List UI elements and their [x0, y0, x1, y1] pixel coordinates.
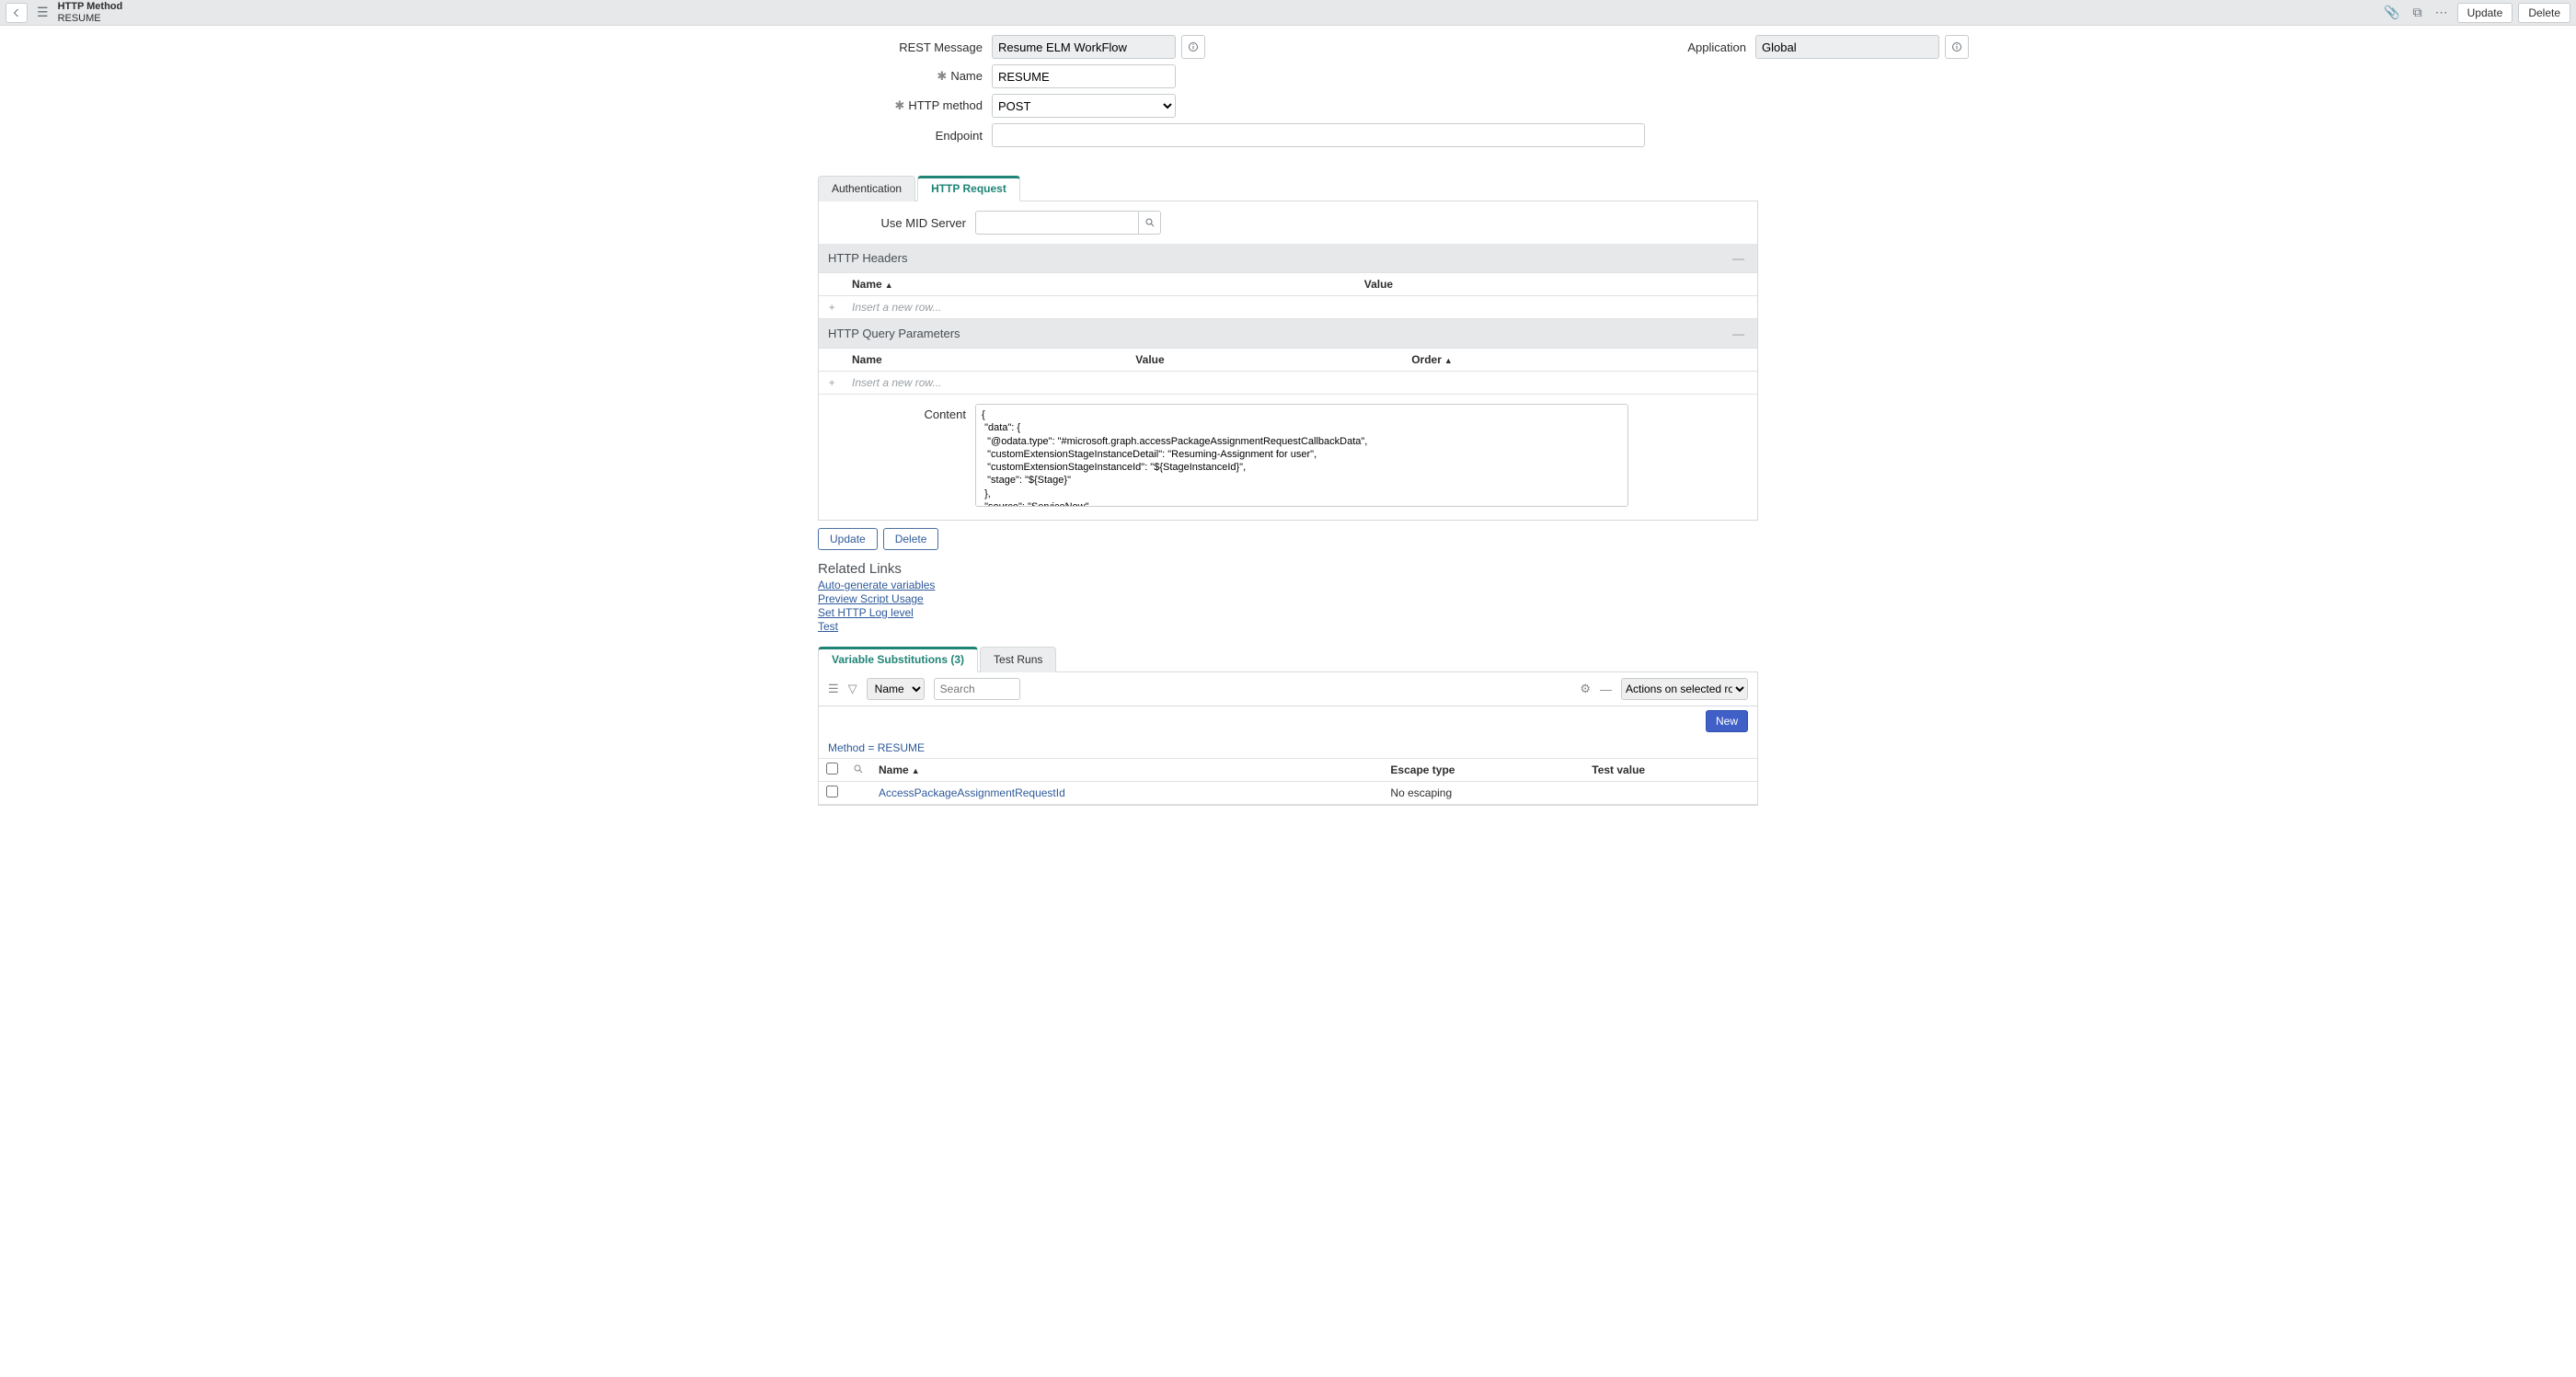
topbar-right: 📎 ⧉ ⋯ Update Delete — [2380, 3, 2570, 23]
new-button[interactable]: New — [1706, 710, 1748, 732]
related-links-header: Related Links — [818, 561, 1758, 577]
sort-asc-icon: ▲ — [1444, 356, 1453, 365]
http-query-title: HTTP Query Parameters — [828, 327, 960, 340]
link-test[interactable]: Test — [818, 620, 1758, 633]
page-title: HTTP Method — [58, 1, 123, 12]
rest-message-label: REST Message — [589, 40, 992, 54]
application-info-button[interactable] — [1945, 35, 1969, 59]
link-preview-script-usage[interactable]: Preview Script Usage — [818, 592, 1758, 605]
endpoint-label: Endpoint — [589, 129, 992, 143]
link-auto-generate-variables[interactable]: Auto-generate variables — [818, 579, 1758, 591]
back-button[interactable] — [6, 3, 28, 23]
http-method-label: ✱HTTP method — [589, 98, 992, 113]
sort-asc-icon: ▲ — [912, 766, 920, 775]
info-icon — [1951, 41, 1962, 52]
add-query-row-button[interactable]: + — [819, 372, 845, 395]
search-icon — [1144, 217, 1156, 228]
tab-test-runs[interactable]: Test Runs — [980, 647, 1056, 672]
var-name-link[interactable]: AccessPackageAssignmentRequestId — [879, 786, 1065, 799]
required-indicator: ✱ — [937, 69, 947, 83]
application-field[interactable] — [1755, 35, 1939, 59]
http-headers-title: HTTP Headers — [828, 251, 907, 265]
add-column — [819, 349, 845, 372]
content-textarea[interactable] — [975, 404, 1628, 507]
link-set-http-log-level[interactable]: Set HTTP Log level — [818, 606, 1758, 619]
list-breadcrumb[interactable]: Method = RESUME — [818, 738, 1758, 758]
variable-substitutions-table: Name▲ Escape type Test value AccessPacka… — [819, 758, 1757, 805]
lower-tabstrip: Variable Substitutions (3) Test Runs — [818, 646, 1758, 672]
query-col-order[interactable]: Order▲ — [1404, 349, 1757, 372]
http-query-section-header: HTTP Query Parameters — — [819, 319, 1757, 348]
chevron-left-icon — [11, 7, 22, 18]
http-headers-table: Name▲ Value + Insert a new row... — [819, 272, 1757, 319]
http-headers-section-header: HTTP Headers — — [819, 244, 1757, 272]
http-request-panel: Use MID Server ⚙ HTTP Headers — Name▲ Va… — [818, 201, 1758, 521]
query-col-value[interactable]: Value — [1128, 349, 1404, 372]
mid-server-lookup-button[interactable] — [1139, 211, 1161, 235]
table-row[interactable]: AccessPackageAssignmentRequestId No esca… — [819, 782, 1757, 805]
search-icon[interactable] — [853, 763, 864, 775]
delete-button-top[interactable]: Delete — [2518, 3, 2570, 23]
var-escape-value: No escaping — [1383, 782, 1584, 805]
http-method-select[interactable]: POST — [992, 94, 1176, 118]
minus-icon[interactable]: — — [1600, 683, 1612, 696]
required-indicator: ✱ — [894, 98, 904, 112]
http-query-table: Name Value Order▲ + Insert a new row... — [819, 348, 1757, 395]
list-menu-icon[interactable]: ☰ — [828, 682, 839, 696]
application-label: Application — [1645, 40, 1755, 54]
content-label: Content — [819, 404, 975, 507]
top-bar: ☰ HTTP Method RESUME 📎 ⧉ ⋯ Update Delete — [0, 0, 2576, 26]
row-info-icon[interactable] — [845, 782, 871, 805]
name-field[interactable] — [992, 64, 1176, 88]
insert-row-placeholder[interactable]: Insert a new row... — [845, 372, 1757, 395]
action-buttons: Update Delete — [818, 528, 1758, 550]
minus-icon[interactable]: — — [1732, 251, 1744, 265]
content-wrap: Authentication HTTP Request Use MID Serv… — [818, 175, 1758, 806]
add-column — [819, 273, 845, 296]
row-checkbox[interactable] — [826, 786, 838, 798]
mid-server-field[interactable] — [975, 211, 1139, 235]
row-search-column — [845, 759, 871, 782]
var-col-escape[interactable]: Escape type — [1383, 759, 1584, 782]
query-col-name[interactable]: Name — [845, 349, 1128, 372]
rest-message-field[interactable] — [992, 35, 1176, 59]
delete-button[interactable]: Delete — [883, 528, 939, 550]
var-testval-value — [1584, 782, 1757, 805]
attachment-icon[interactable]: 📎 — [2380, 3, 2403, 22]
actions-select[interactable]: Actions on selected rows... — [1621, 678, 1748, 700]
tab-http-request[interactable]: HTTP Request — [917, 176, 1020, 201]
sort-asc-icon: ▲ — [885, 281, 893, 290]
var-col-name[interactable]: Name▲ — [871, 759, 1383, 782]
gear-icon[interactable]: ⚙ — [1580, 682, 1591, 696]
list-toolbar: ☰ ▽ Name ⚙ — Actions on selected rows... — [818, 672, 1758, 706]
rest-message-info-button[interactable] — [1181, 35, 1205, 59]
info-icon — [1188, 41, 1199, 52]
filter-icon[interactable]: ▽ — [848, 682, 857, 696]
activity-icon[interactable]: ⧉ — [2409, 3, 2426, 22]
list-search-input[interactable] — [934, 678, 1020, 700]
search-field-select[interactable]: Name — [867, 678, 925, 700]
form-area: REST Message ✱Name ✱HTTP method POST End… — [0, 26, 2576, 158]
page-title-block: HTTP Method RESUME — [58, 1, 123, 23]
topbar-left: ☰ HTTP Method RESUME — [6, 1, 122, 23]
minus-icon[interactable]: — — [1732, 327, 1744, 340]
menu-icon[interactable]: ☰ — [33, 5, 52, 20]
headers-col-name[interactable]: Name▲ — [845, 273, 1357, 296]
endpoint-field[interactable] — [992, 123, 1645, 147]
insert-row-placeholder[interactable]: Insert a new row... — [845, 296, 1757, 319]
page-subtitle: RESUME — [58, 13, 123, 24]
var-col-testval[interactable]: Test value — [1584, 759, 1757, 782]
add-header-row-button[interactable]: + — [819, 296, 845, 319]
update-button-top[interactable]: Update — [2457, 3, 2513, 23]
more-icon[interactable]: ⋯ — [2432, 3, 2452, 22]
tab-authentication[interactable]: Authentication — [818, 176, 915, 201]
mid-server-label: Use MID Server — [819, 216, 975, 230]
update-button[interactable]: Update — [818, 528, 878, 550]
tabstrip: Authentication HTTP Request — [818, 175, 1758, 201]
tab-variable-substitutions[interactable]: Variable Substitutions (3) — [818, 647, 978, 672]
headers-col-value[interactable]: Value — [1357, 273, 1757, 296]
select-all-column — [819, 759, 845, 782]
name-label: ✱Name — [589, 69, 992, 84]
select-all-checkbox[interactable] — [826, 763, 838, 775]
